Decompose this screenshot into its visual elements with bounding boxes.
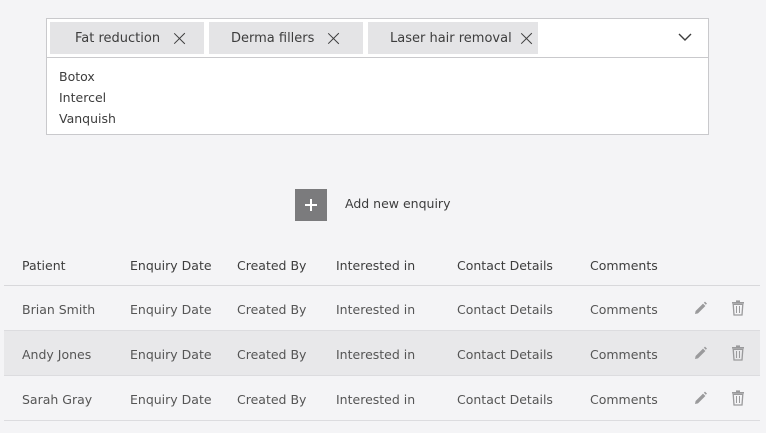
trash-icon[interactable]	[731, 300, 745, 316]
cell-enquiry-date: Enquiry Date	[130, 347, 212, 362]
add-enquiry-button[interactable]	[295, 189, 327, 221]
cell-interested-in: Interested in	[336, 347, 416, 362]
close-icon[interactable]	[174, 32, 186, 44]
table-row[interactable]: Andy Jones Enquiry Date Created By Inter…	[4, 331, 760, 376]
chip-label: Fat reduction	[75, 30, 161, 46]
cell-contact-details: Contact Details	[457, 302, 553, 317]
trash-icon[interactable]	[731, 345, 745, 361]
close-icon[interactable]	[521, 32, 533, 44]
cell-contact-details: Contact Details	[457, 392, 553, 407]
cell-patient: Andy Jones	[22, 347, 92, 362]
cell-comments: Comments	[590, 392, 658, 407]
cell-interested-in: Interested in	[336, 302, 416, 317]
cell-comments: Comments	[590, 347, 658, 362]
table-row[interactable]: Sarah Gray Enquiry Date Created By Inter…	[4, 376, 760, 421]
chip-derma-fillers: Derma fillers	[209, 22, 363, 54]
column-header-enquiry-date: Enquiry Date	[130, 258, 212, 273]
column-header-contact-details: Contact Details	[457, 258, 553, 273]
column-header-interested-in: Interested in	[336, 258, 416, 273]
selected-chips-bar[interactable]: Fat reduction Derma fillers Laser hair r…	[47, 19, 708, 58]
pencil-icon[interactable]	[693, 300, 707, 316]
column-header-patient: Patient	[22, 258, 66, 273]
options-list: Botox Intercel Vanquish	[47, 58, 708, 129]
chip-laser-hair-removal: Laser hair removal	[368, 22, 538, 54]
pencil-icon[interactable]	[693, 390, 707, 406]
column-header-created-by: Created By	[237, 258, 307, 273]
table-header: Patient Enquiry Date Created By Interest…	[4, 243, 760, 286]
treatments-multiselect[interactable]: Fat reduction Derma fillers Laser hair r…	[46, 18, 709, 135]
option-botox[interactable]: Botox	[59, 66, 708, 87]
cell-created-by: Created By	[237, 392, 307, 407]
cell-contact-details: Contact Details	[457, 347, 553, 362]
option-vanquish[interactable]: Vanquish	[59, 108, 708, 129]
enquiries-table: Patient Enquiry Date Created By Interest…	[4, 243, 760, 421]
chip-label: Laser hair removal	[390, 30, 512, 46]
cell-patient: Sarah Gray	[22, 392, 93, 407]
chevron-down-icon[interactable]	[678, 30, 692, 44]
cell-patient: Brian Smith	[22, 302, 96, 317]
option-intercel[interactable]: Intercel	[59, 87, 708, 108]
add-enquiry-label[interactable]: Add new enquiry	[345, 196, 450, 211]
cell-interested-in: Interested in	[336, 392, 416, 407]
table-row[interactable]: Brian Smith Enquiry Date Created By Inte…	[4, 286, 760, 331]
chip-label: Derma fillers	[231, 30, 315, 46]
close-icon[interactable]	[328, 32, 340, 44]
cell-created-by: Created By	[237, 347, 307, 362]
trash-icon[interactable]	[731, 390, 745, 406]
pencil-icon[interactable]	[693, 345, 707, 361]
cell-enquiry-date: Enquiry Date	[130, 392, 212, 407]
cell-comments: Comments	[590, 302, 658, 317]
chip-fat-reduction: Fat reduction	[50, 22, 204, 54]
cell-enquiry-date: Enquiry Date	[130, 302, 212, 317]
plus-icon	[305, 199, 317, 211]
cell-created-by: Created By	[237, 302, 307, 317]
column-header-comments: Comments	[590, 258, 658, 273]
